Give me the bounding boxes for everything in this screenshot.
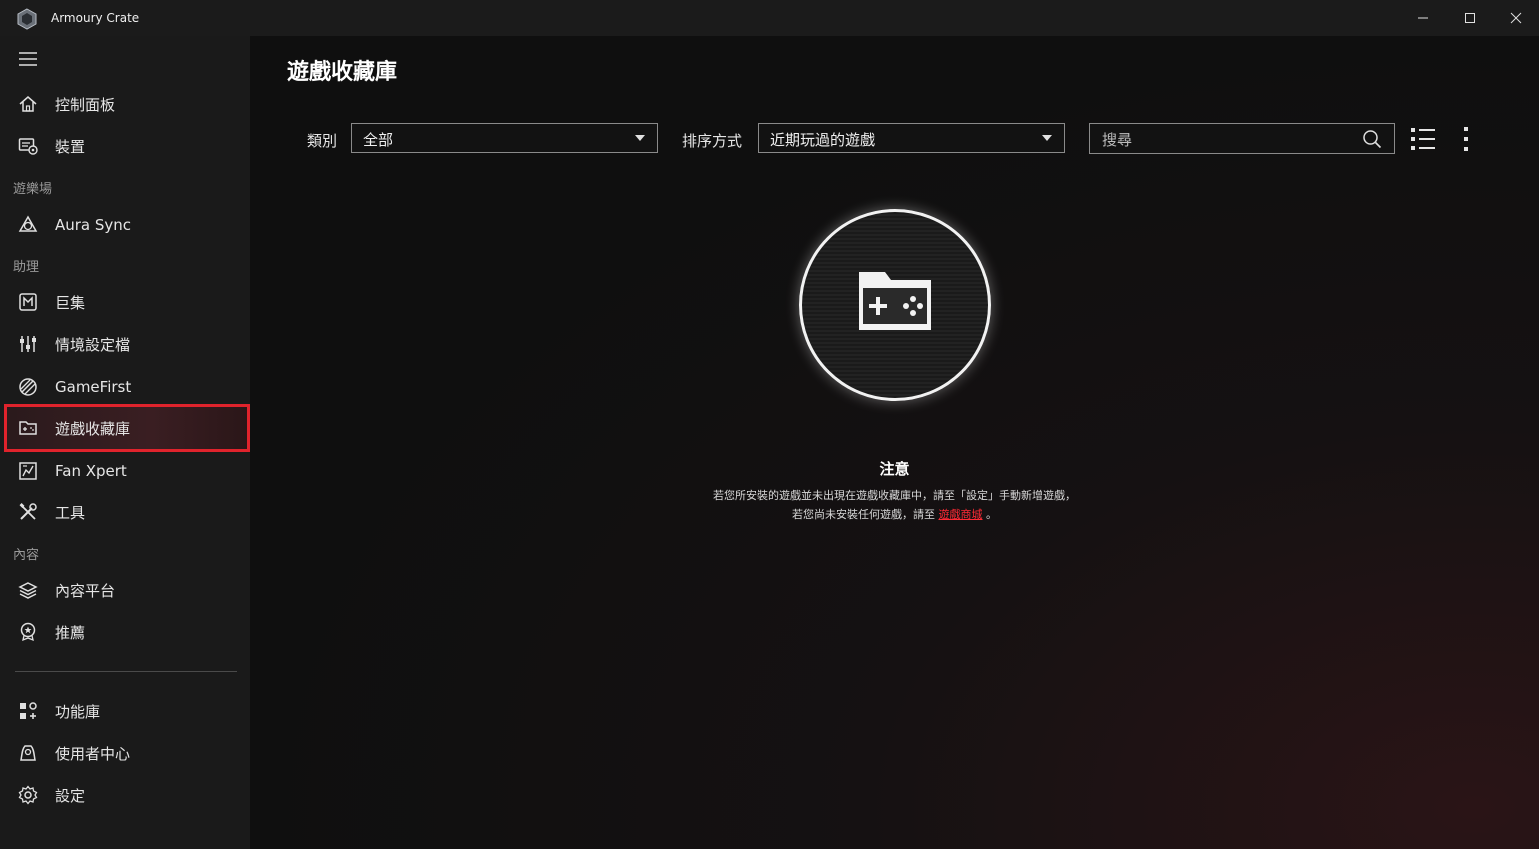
sidebar-item-label: 推薦 <box>55 623 86 642</box>
sidebar-item-dashboard[interactable]: 控制面板 <box>4 84 250 124</box>
sort-select-value: 近期玩過的遊戲 <box>770 131 876 149</box>
empty-library-illustration <box>799 209 991 401</box>
search-input[interactable] <box>1100 129 1354 151</box>
app-window: Armoury Crate 控制面板 裝置 遊樂場 Aura Sync 助理 巨… <box>0 0 1539 849</box>
tools-icon <box>18 502 38 522</box>
scenario-profile-icon <box>18 334 38 354</box>
more-options-icon[interactable] <box>1456 126 1476 152</box>
section-label-content: 內容 <box>13 548 40 563</box>
sidebar-item-fan-xpert[interactable]: Fan Xpert <box>4 451 250 491</box>
sidebar-item-label: 功能庫 <box>55 702 101 721</box>
gamefirst-icon <box>18 377 38 397</box>
sidebar-item-label: 使用者中心 <box>55 744 131 763</box>
game-store-link[interactable]: 遊戲商城 <box>939 508 983 521</box>
sidebar-item-recommend[interactable]: 推薦 <box>4 612 250 652</box>
category-select[interactable]: 全部 <box>351 123 658 153</box>
fan-xpert-icon <box>18 461 38 481</box>
sidebar-item-gamefirst[interactable]: GameFirst <box>4 367 250 407</box>
sidebar-item-label: 情境設定檔 <box>55 335 131 354</box>
home-icon <box>18 94 38 114</box>
notice-title: 注意 <box>879 460 910 478</box>
notice-line-2-prefix: 若您尚未安裝任何遊戲，請至 <box>792 508 935 521</box>
sidebar-item-label: 遊戲收藏庫 <box>55 419 131 438</box>
list-view-icon[interactable] <box>1410 126 1436 152</box>
sidebar-item-settings[interactable]: 設定 <box>4 775 250 815</box>
close-button[interactable] <box>1493 0 1539 36</box>
notice-line-1: 若您所安裝的遊戲並未出現在遊戲收藏庫中，請至「設定」手動新增遊戲， <box>713 489 1076 502</box>
sidebar-item-label: Aura Sync <box>55 216 132 234</box>
sidebar-item-content-platform[interactable]: 內容平台 <box>4 570 250 610</box>
sort-label: 排序方式 <box>682 132 743 150</box>
sidebar-item-tools[interactable]: 工具 <box>4 492 250 532</box>
sidebar-item-feature-library[interactable]: 功能庫 <box>4 691 250 731</box>
recommend-icon <box>18 622 38 642</box>
macro-icon <box>18 292 38 312</box>
add-game-folder-icon <box>859 272 931 330</box>
page-title: 遊戲收藏庫 <box>287 60 398 85</box>
chevron-down-icon <box>635 135 645 141</box>
sidebar-item-macro[interactable]: 巨集 <box>4 282 250 322</box>
sidebar-item-label: 工具 <box>55 503 86 522</box>
content-platform-icon <box>18 580 38 600</box>
section-label-assistant: 助理 <box>13 260 40 275</box>
section-label-playground: 遊樂場 <box>13 182 53 197</box>
sidebar-item-label: 設定 <box>55 786 86 805</box>
armoury-crate-logo-icon <box>17 8 37 30</box>
feature-library-icon <box>18 701 38 721</box>
minimize-icon <box>1418 17 1428 19</box>
sidebar-item-label: 巨集 <box>55 293 86 312</box>
sidebar-item-devices[interactable]: 裝置 <box>4 126 250 166</box>
main-content: 遊戲收藏庫 類別 全部 排序方式 近期玩過的遊戲 搜尋 注意 若您所安裝的遊戲並… <box>250 36 1539 849</box>
window-title: Armoury Crate <box>51 11 140 25</box>
maximize-icon <box>1465 13 1475 23</box>
chevron-down-icon <box>1042 135 1052 141</box>
notice-line-2: 若您尚未安裝任何遊戲，請至 遊戲商城 。 <box>250 506 1539 522</box>
category-label: 類別 <box>307 132 338 150</box>
device-icon <box>18 136 38 156</box>
sidebar-item-label: GameFirst <box>55 378 132 396</box>
category-select-value: 全部 <box>363 131 394 149</box>
sidebar-item-aura-sync[interactable]: Aura Sync <box>4 205 250 245</box>
sidebar: 控制面板 裝置 遊樂場 Aura Sync 助理 巨集 情境設定檔 GameFi… <box>0 36 250 849</box>
minimize-button[interactable] <box>1400 0 1446 36</box>
game-library-icon <box>18 418 38 438</box>
sidebar-item-user-center[interactable]: 使用者中心 <box>4 733 250 773</box>
sidebar-item-game-library[interactable]: 遊戲收藏庫 <box>4 404 250 452</box>
user-center-icon <box>18 743 38 763</box>
title-bar: Armoury Crate <box>0 0 1539 36</box>
sidebar-item-label: 控制面板 <box>55 95 116 114</box>
search-icon[interactable] <box>1362 129 1382 149</box>
close-icon <box>1510 12 1522 24</box>
settings-icon <box>18 785 38 805</box>
maximize-button[interactable] <box>1447 0 1493 36</box>
search-box <box>1089 123 1395 154</box>
notice-line-2-suffix: 。 <box>986 508 997 521</box>
sidebar-divider <box>15 671 237 672</box>
aura-sync-icon <box>18 215 38 235</box>
sort-select[interactable]: 近期玩過的遊戲 <box>758 123 1065 153</box>
sidebar-item-scenario-profiles[interactable]: 情境設定檔 <box>4 324 250 364</box>
hamburger-menu-icon[interactable] <box>18 51 38 67</box>
sidebar-item-label: Fan Xpert <box>55 462 127 480</box>
sidebar-item-label: 內容平台 <box>55 581 116 600</box>
sidebar-item-label: 裝置 <box>55 137 86 156</box>
